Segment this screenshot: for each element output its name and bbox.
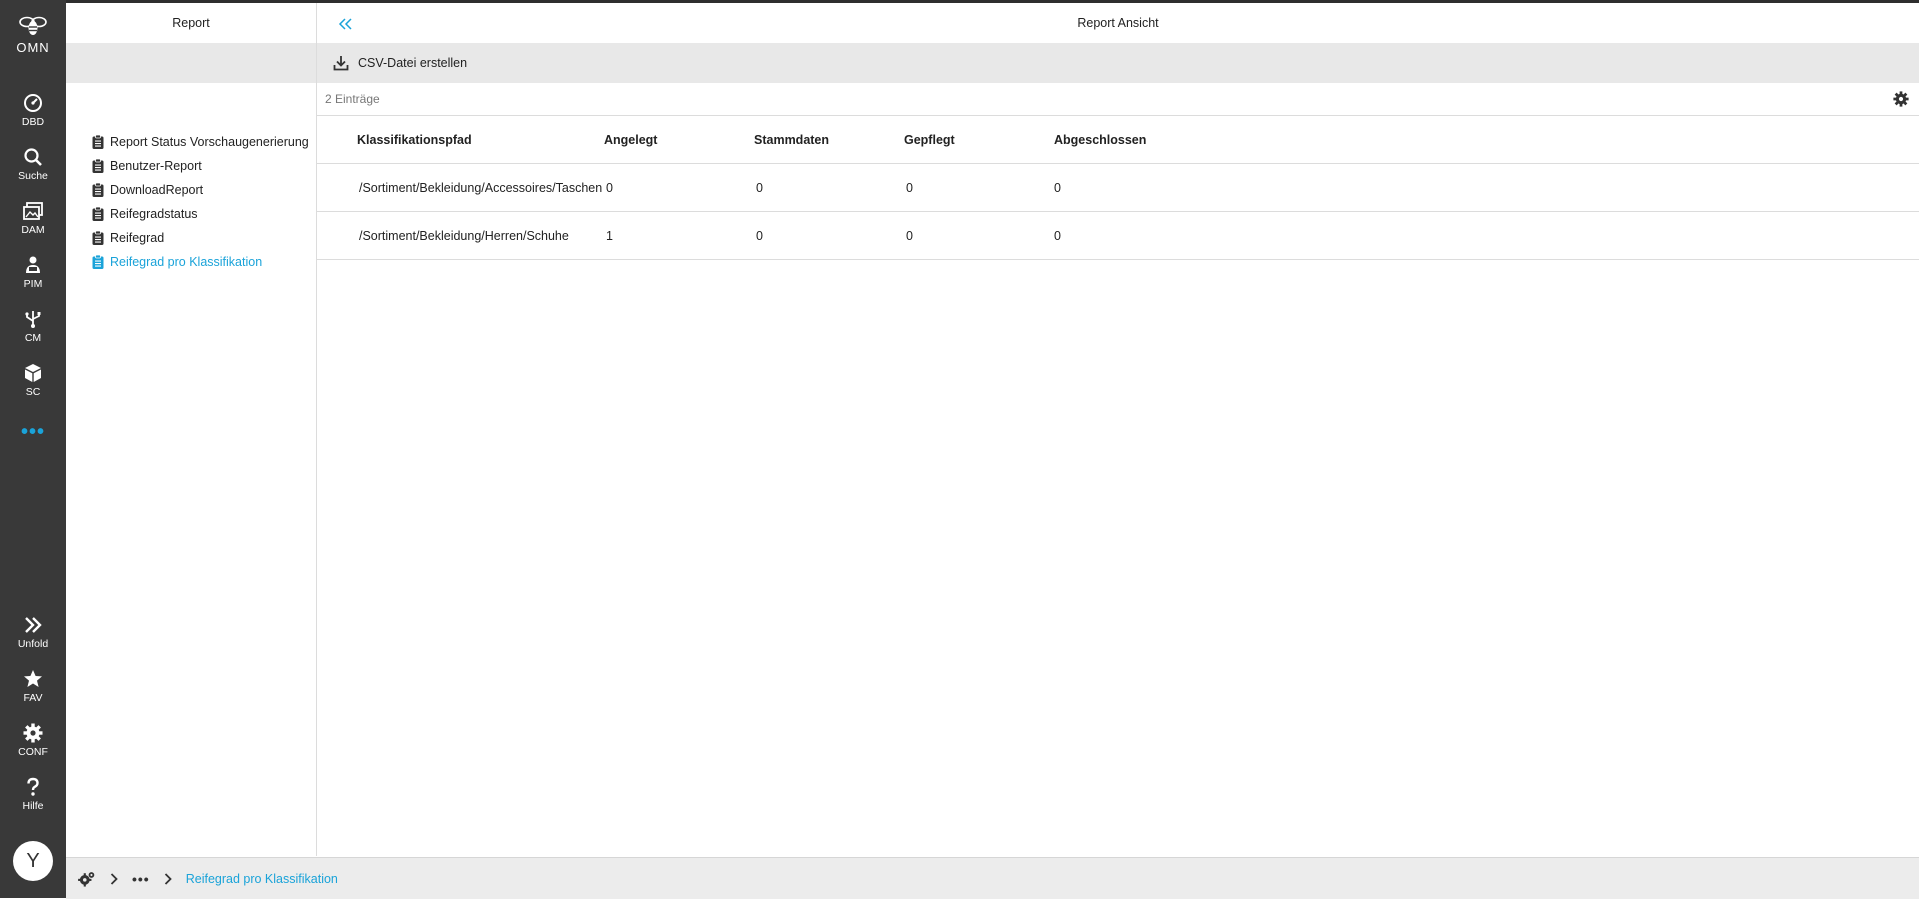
column-header-stammdaten[interactable]: Stammdaten — [754, 116, 904, 164]
question-icon — [27, 777, 39, 796]
create-csv-button[interactable]: CSV-Datei erstellen — [333, 55, 467, 71]
report-view-header: Report Ansicht — [317, 3, 1919, 43]
report-item-label: Reifegradstatus — [110, 207, 198, 221]
table-settings-icon[interactable] — [1893, 91, 1909, 107]
report-item-download[interactable]: DownloadReport — [92, 178, 309, 202]
entries-count: 2 Einträge — [325, 92, 380, 106]
rail-item-sc[interactable]: SC — [0, 363, 66, 398]
rail-item-label: DAM — [21, 224, 45, 236]
gauge-icon — [24, 94, 42, 112]
image-stack-icon — [23, 202, 43, 220]
rail-item-unfold[interactable]: Unfold — [0, 615, 66, 650]
report-item-status-vorschau[interactable]: Report Status Vorschaugenerierung — [92, 130, 309, 154]
cog-double-icon — [78, 871, 95, 887]
breadcrumb-more[interactable]: ••• — [132, 871, 150, 887]
rail-item-label: Unfold — [17, 638, 49, 650]
double-chevron-right-icon — [25, 617, 42, 633]
breadcrumb-current[interactable]: Reifegrad pro Klassifikation — [186, 872, 338, 886]
column-header-gepflegt[interactable]: Gepflegt — [904, 116, 1054, 164]
rail-item-label: CM — [24, 332, 42, 344]
rail-item-label: FAV — [23, 692, 43, 704]
table-row[interactable]: /Sortiment/Bekleidung/Accessoires/Tasche… — [317, 163, 1919, 212]
rail-item-cm[interactable]: CM — [0, 309, 66, 344]
report-item-label: DownloadReport — [110, 183, 204, 197]
table-row[interactable]: /Sortiment/Bekleidung/Herren/Schuhe 1 0 … — [317, 211, 1919, 260]
report-item-reifegradstatus[interactable]: Reifegradstatus — [92, 202, 309, 226]
search-icon — [24, 148, 42, 166]
usb-tree-icon — [25, 311, 41, 328]
report-toolbar: CSV-Datei erstellen — [317, 43, 1919, 83]
rail-item-conf[interactable]: CONF — [0, 723, 66, 758]
chevron-right-icon — [110, 872, 118, 885]
gear-icon — [23, 723, 43, 743]
rail-item-pim[interactable]: PIM — [0, 255, 66, 290]
report-item-label: Report Status Vorschaugenerierung — [110, 135, 309, 149]
bee-logo-icon — [19, 16, 47, 35]
report-item-label: Benutzer-Report — [110, 159, 202, 173]
report-table: Klassifikationspfad Angelegt Stammdaten … — [317, 116, 1919, 260]
cell-klassifikationspfad: /Sortiment/Bekleidung/Herren/Schuhe — [317, 211, 604, 260]
rail-item-label: Hilfe — [22, 800, 44, 812]
star-icon — [24, 670, 42, 687]
rail-item-dbd[interactable]: DBD — [0, 93, 66, 128]
report-item-label: Reifegrad — [110, 231, 165, 245]
download-icon — [333, 56, 349, 71]
report-list: Report Status Vorschaugenerierung Benutz… — [92, 130, 309, 274]
app-rail: OMN DBD Suche DAM PIM CM SC ••• Unfold F… — [0, 0, 66, 898]
panel-title: Report — [172, 16, 210, 30]
report-item-reifegrad-klassifikation[interactable]: Reifegrad pro Klassifikation — [92, 250, 309, 274]
clipboard-icon — [92, 207, 104, 221]
report-item-reifegrad[interactable]: Reifegrad — [92, 226, 309, 250]
cell-abgeschlossen: 0 — [1054, 163, 1919, 212]
column-header-abgeschlossen[interactable]: Abgeschlossen — [1054, 116, 1919, 164]
rail-item-label: CONF — [18, 746, 48, 758]
entries-bar: 2 Einträge — [317, 83, 1919, 116]
cube-icon — [25, 364, 41, 382]
report-list-panel: Report Report Status Vorschaugenerierung… — [66, 3, 317, 856]
logo-text: OMN — [16, 40, 50, 55]
rail-item-label: PIM — [23, 278, 43, 290]
breadcrumb: ••• Reifegrad pro Klassifikation — [66, 857, 1919, 899]
clipboard-icon — [92, 231, 104, 245]
panel-toolbar — [66, 43, 316, 83]
clipboard-icon — [92, 159, 104, 173]
user-avatar[interactable]: Y — [13, 841, 53, 881]
collapse-panel-icon[interactable] — [335, 13, 357, 35]
breadcrumb-home[interactable] — [78, 871, 96, 887]
rail-item-suche[interactable]: Suche — [0, 147, 66, 182]
page-title: Report Ansicht — [1077, 16, 1159, 30]
rail-item-hilfe[interactable]: Hilfe — [0, 777, 66, 812]
clipboard-icon — [92, 255, 104, 269]
cell-stammdaten: 0 — [754, 211, 904, 260]
report-item-label: Reifegrad pro Klassifikation — [110, 255, 263, 269]
rail-item-label: SC — [25, 386, 41, 398]
cell-klassifikationspfad: /Sortiment/Bekleidung/Accessoires/Tasche… — [317, 163, 604, 212]
cell-abgeschlossen: 0 — [1054, 211, 1919, 260]
create-csv-label: CSV-Datei erstellen — [358, 56, 468, 70]
cell-gepflegt: 0 — [904, 163, 1054, 212]
more-modules-button[interactable]: ••• — [0, 422, 66, 442]
column-header-klassifikationspfad[interactable]: Klassifikationspfad — [317, 116, 604, 164]
report-item-benutzer[interactable]: Benutzer-Report — [92, 154, 309, 178]
rail-item-fav[interactable]: FAV — [0, 669, 66, 704]
clipboard-icon — [92, 183, 104, 197]
cell-gepflegt: 0 — [904, 211, 1054, 260]
clipboard-icon — [92, 135, 104, 149]
product-person-icon — [26, 256, 40, 273]
cell-angelegt: 0 — [604, 163, 754, 212]
rail-item-dam[interactable]: DAM — [0, 201, 66, 236]
app-logo[interactable]: OMN — [0, 14, 66, 55]
chevron-right-icon — [164, 872, 172, 885]
rail-item-label: DBD — [21, 116, 45, 128]
cell-stammdaten: 0 — [754, 163, 904, 212]
rail-item-label: Suche — [18, 170, 48, 182]
report-view: Report Ansicht CSV-Datei erstellen 2 Ein… — [317, 3, 1919, 856]
column-header-angelegt[interactable]: Angelegt — [604, 116, 754, 164]
table-header-row: Klassifikationspfad Angelegt Stammdaten … — [317, 116, 1919, 164]
cell-angelegt: 1 — [604, 211, 754, 260]
